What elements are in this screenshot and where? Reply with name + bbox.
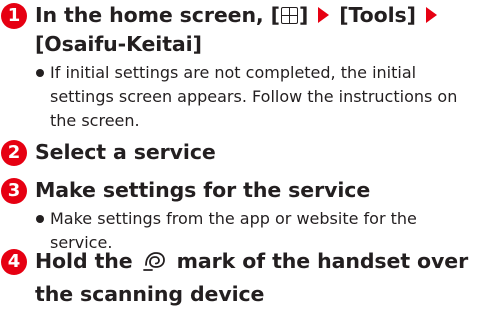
step-1: 1 In the home screen, [] [Tools] [Osaifu-… xyxy=(0,1,489,133)
step-2: 2 Select a service xyxy=(0,138,489,167)
step-number-4: 4 xyxy=(1,249,27,275)
grid-key-icon xyxy=(280,7,298,24)
step-4: 4 Hold the mark of the handset over the … xyxy=(0,247,489,309)
step-1-heading: 1 In the home screen, [] [Tools] [Osaifu-… xyxy=(0,1,489,59)
arrow-right-icon xyxy=(425,7,437,23)
step-number-2: 2 xyxy=(1,140,27,166)
step-4-title: Hold the mark of the handset over the sc… xyxy=(35,249,469,306)
step-number-1: 1 xyxy=(1,3,27,29)
step-2-title: Select a service xyxy=(35,140,216,164)
bullet-icon xyxy=(36,215,44,223)
felica-mark-icon xyxy=(142,250,168,280)
step-3-title: Make settings for the service xyxy=(35,178,371,202)
step-3-heading: 3 Make settings for the service xyxy=(0,176,489,205)
step-3: 3 Make settings for the service Make set… xyxy=(0,176,489,255)
arrow-right-icon xyxy=(318,7,330,23)
step-2-heading: 2 Select a service xyxy=(0,138,489,167)
step-1-title: In the home screen, [] [Tools] [Osaifu-Ke… xyxy=(35,1,489,59)
bullet-icon xyxy=(36,69,44,77)
step-1-note: If initial settings are not completed, t… xyxy=(0,61,489,133)
step-number-3: 3 xyxy=(1,178,27,204)
step-4-heading: 4 Hold the mark of the handset over the … xyxy=(0,247,489,309)
